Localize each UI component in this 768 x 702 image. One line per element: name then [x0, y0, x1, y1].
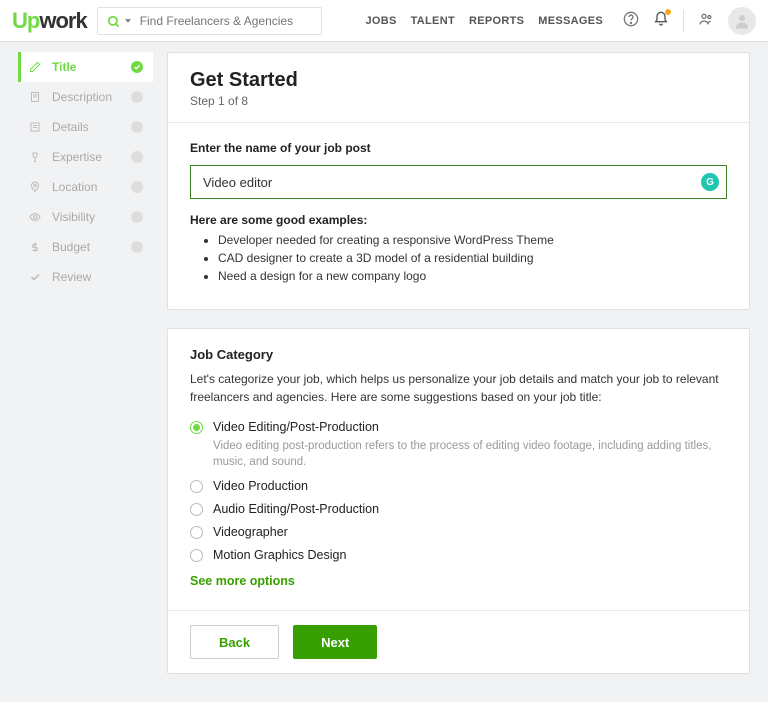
page-title: Get Started: [190, 69, 727, 92]
main-content: Get Started Step 1 of 8 Enter the name o…: [167, 52, 750, 692]
pencil-icon: [28, 61, 42, 73]
notifications-icon[interactable]: [653, 11, 669, 30]
step-label: Visibility: [52, 210, 121, 224]
help-icon[interactable]: [623, 11, 639, 30]
logo-dark: work: [39, 8, 86, 33]
see-more-link[interactable]: See more options: [190, 574, 727, 588]
radio-icon: [190, 549, 203, 562]
logo-green: Up: [12, 8, 39, 33]
radio-selected-icon: [190, 421, 203, 434]
step-status: [131, 181, 143, 193]
example-item: Need a design for a new company logo: [218, 269, 727, 283]
radio-label: Video Editing/Post-Production: [213, 420, 727, 434]
step-label: Review: [52, 270, 143, 284]
step-description[interactable]: Description: [18, 82, 153, 112]
step-status: [131, 211, 143, 223]
title-card: Get Started Step 1 of 8 Enter the name o…: [167, 52, 750, 310]
step-status: [131, 241, 143, 253]
step-review[interactable]: Review: [18, 262, 153, 292]
search-icon: [107, 15, 121, 29]
chevron-down-icon[interactable]: [125, 19, 131, 23]
step-label: Budget: [52, 240, 121, 254]
nav-messages[interactable]: MESSAGES: [538, 15, 603, 27]
step-status: [131, 151, 143, 163]
dollar-icon: [28, 241, 42, 253]
category-card: Job Category Let's categorize your job, …: [167, 328, 750, 674]
logo[interactable]: Upwork: [12, 8, 87, 34]
check-icon: [28, 271, 42, 283]
nav-reports[interactable]: REPORTS: [469, 15, 524, 27]
step-counter: Step 1 of 8: [190, 94, 727, 108]
next-button[interactable]: Next: [293, 625, 377, 659]
radio-description: Video editing post-production refers to …: [213, 438, 727, 470]
contacts-icon[interactable]: [698, 11, 714, 30]
doc-icon: [28, 91, 42, 103]
step-label: Details: [52, 120, 121, 134]
step-label: Title: [52, 60, 121, 74]
step-expertise[interactable]: Expertise: [18, 142, 153, 172]
steps-sidebar: Title Description Details Expertise Loca…: [18, 52, 153, 292]
radio-icon: [190, 503, 203, 516]
radio-label: Audio Editing/Post-Production: [213, 502, 379, 516]
job-title-wrap: G: [190, 165, 727, 199]
step-label: Expertise: [52, 150, 121, 164]
notification-dot: [665, 9, 671, 15]
page-body: Title Description Details Expertise Loca…: [0, 42, 768, 702]
search-wrap: [97, 7, 322, 35]
example-item: CAD designer to create a 3D model of a r…: [218, 251, 727, 265]
eye-icon: [28, 211, 42, 223]
grammarly-icon[interactable]: G: [701, 173, 719, 191]
step-status: [131, 121, 143, 133]
divider: [683, 10, 684, 32]
radio-label: Video Production: [213, 479, 308, 493]
top-header: Upwork JOBS TALENT REPORTS MESSAGES: [0, 0, 768, 42]
category-card-foot: Back Next: [168, 610, 749, 673]
radio-label: Videographer: [213, 525, 288, 539]
step-label: Location: [52, 180, 121, 194]
step-label: Description: [52, 90, 121, 104]
back-button[interactable]: Back: [190, 625, 279, 659]
step-status-done: [131, 61, 143, 73]
nav-talent[interactable]: TALENT: [411, 15, 455, 27]
radio-label: Motion Graphics Design: [213, 548, 346, 562]
radio-icon: [190, 480, 203, 493]
step-title[interactable]: Title: [18, 52, 153, 82]
step-status: [131, 91, 143, 103]
trophy-icon: [28, 151, 42, 163]
header-icons: [623, 7, 756, 35]
category-option-motion-graphics[interactable]: Motion Graphics Design: [190, 548, 727, 562]
title-card-body: Enter the name of your job post G Here a…: [168, 123, 749, 309]
list-icon: [28, 121, 42, 133]
step-visibility[interactable]: Visibility: [18, 202, 153, 232]
step-budget[interactable]: Budget: [18, 232, 153, 262]
pin-icon: [28, 181, 42, 193]
job-title-input[interactable]: [190, 165, 727, 199]
avatar[interactable]: [728, 7, 756, 35]
category-option-video-production[interactable]: Video Production: [190, 479, 727, 493]
category-option-video-editing[interactable]: Video Editing/Post-Production Video edit…: [190, 420, 727, 470]
title-card-head: Get Started Step 1 of 8: [168, 53, 749, 123]
category-description: Let's categorize your job, which helps u…: [190, 370, 727, 406]
category-card-body: Job Category Let's categorize your job, …: [168, 329, 749, 610]
category-option-videographer[interactable]: Videographer: [190, 525, 727, 539]
example-item: Developer needed for creating a responsi…: [218, 233, 727, 247]
examples-list: Developer needed for creating a responsi…: [190, 233, 727, 283]
radio-icon: [190, 526, 203, 539]
step-location[interactable]: Location: [18, 172, 153, 202]
nav-jobs[interactable]: JOBS: [365, 15, 396, 27]
category-heading: Job Category: [190, 347, 727, 362]
examples-heading: Here are some good examples:: [190, 213, 727, 227]
step-details[interactable]: Details: [18, 112, 153, 142]
category-option-audio-editing[interactable]: Audio Editing/Post-Production: [190, 502, 727, 516]
main-nav: JOBS TALENT REPORTS MESSAGES: [365, 15, 603, 27]
job-title-label: Enter the name of your job post: [190, 141, 727, 155]
